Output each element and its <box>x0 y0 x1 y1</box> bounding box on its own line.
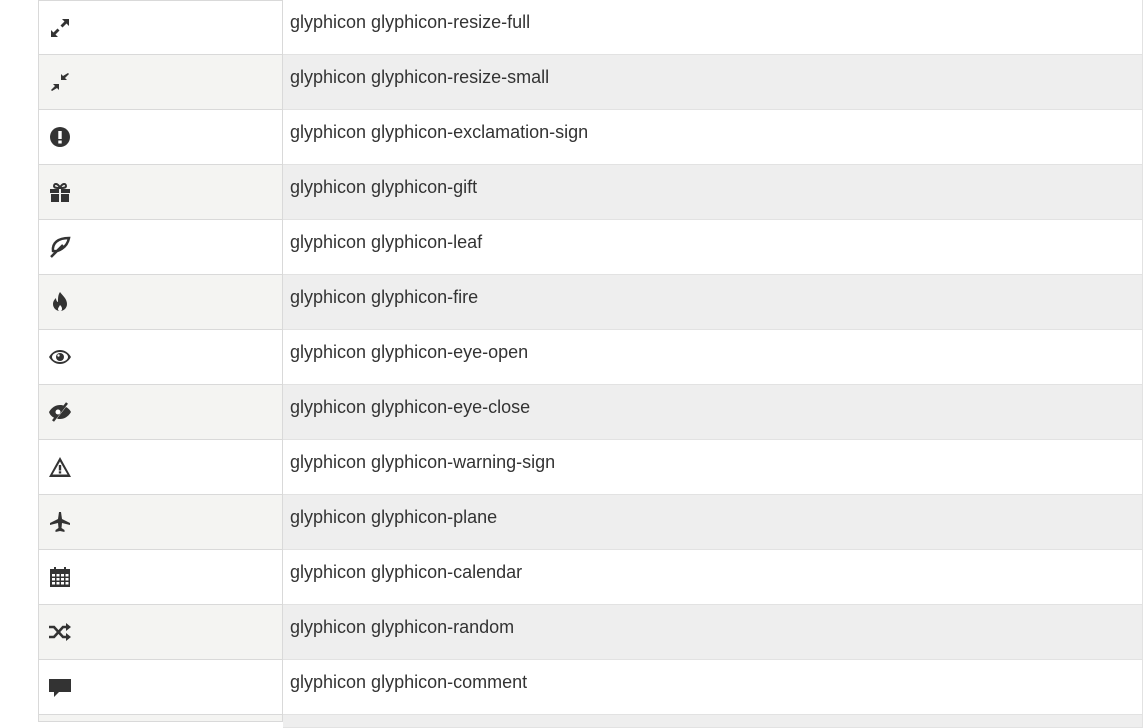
class-name-cell: glyphicon glyphicon-comment <box>283 660 1143 715</box>
icon-cell <box>38 110 283 165</box>
gift-icon <box>50 182 70 202</box>
class-name-cell: glyphicon glyphicon-fire <box>283 275 1143 330</box>
table-row: glyphicon glyphicon-plane <box>38 495 1143 550</box>
table-row: glyphicon glyphicon-exclamation-sign <box>38 110 1143 165</box>
exclamation-sign-icon <box>50 127 70 147</box>
table-row: glyphicon glyphicon-leaf <box>38 220 1143 275</box>
class-name-cell: glyphicon glyphicon-random <box>283 605 1143 660</box>
icon-cell <box>38 165 283 220</box>
warning-sign-icon <box>49 457 71 477</box>
plane-icon <box>50 512 70 532</box>
table-row: glyphicon glyphicon-resize-full <box>38 0 1143 55</box>
icon-cell <box>38 715 283 722</box>
icon-cell <box>38 660 283 715</box>
table-row: glyphicon glyphicon-calendar <box>38 550 1143 605</box>
icon-cell <box>38 440 283 495</box>
eye-open-icon <box>49 350 71 364</box>
random-icon <box>49 623 71 641</box>
calendar-icon <box>50 567 70 587</box>
class-name-cell: glyphicon glyphicon-eye-open <box>283 330 1143 385</box>
class-name-cell: glyphicon glyphicon-plane <box>283 495 1143 550</box>
icon-cell <box>38 495 283 550</box>
leaf-icon <box>50 236 71 258</box>
class-name-cell: glyphicon glyphicon-gift <box>283 165 1143 220</box>
table-row: glyphicon glyphicon-warning-sign <box>38 440 1143 495</box>
icon-cell <box>38 605 283 660</box>
icon-cell <box>38 330 283 385</box>
class-name-cell: glyphicon glyphicon-warning-sign <box>283 440 1143 495</box>
table-row: glyphicon glyphicon-fire <box>38 275 1143 330</box>
icon-cell <box>38 550 283 605</box>
table-row: glyphicon glyphicon-eye-close <box>38 385 1143 440</box>
table-row: glyphicon glyphicon-random <box>38 605 1143 660</box>
eye-close-icon <box>49 402 71 422</box>
icon-cell <box>38 385 283 440</box>
class-name-cell: glyphicon glyphicon-resize-full <box>283 0 1143 55</box>
fire-icon <box>53 292 67 311</box>
class-name-cell: glyphicon glyphicon-leaf <box>283 220 1143 275</box>
table-row: glyphicon glyphicon-gift <box>38 165 1143 220</box>
comment-icon <box>49 679 71 697</box>
table-row <box>38 715 1143 728</box>
table-row: glyphicon glyphicon-resize-small <box>38 55 1143 110</box>
class-name-cell: glyphicon glyphicon-resize-small <box>283 55 1143 110</box>
table-row: glyphicon glyphicon-eye-open <box>38 330 1143 385</box>
table-row: glyphicon glyphicon-comment <box>38 660 1143 715</box>
icon-cell <box>38 275 283 330</box>
class-name-cell: glyphicon glyphicon-eye-close <box>283 385 1143 440</box>
glyphicon-table: glyphicon glyphicon-resize-full glyphico… <box>38 0 1143 728</box>
resize-small-icon <box>51 73 69 91</box>
resize-full-icon <box>51 18 69 37</box>
class-name-cell: glyphicon glyphicon-exclamation-sign <box>283 110 1143 165</box>
class-name-cell: glyphicon glyphicon-calendar <box>283 550 1143 605</box>
icon-cell <box>38 220 283 275</box>
icon-cell <box>38 55 283 110</box>
icon-cell <box>38 0 283 55</box>
